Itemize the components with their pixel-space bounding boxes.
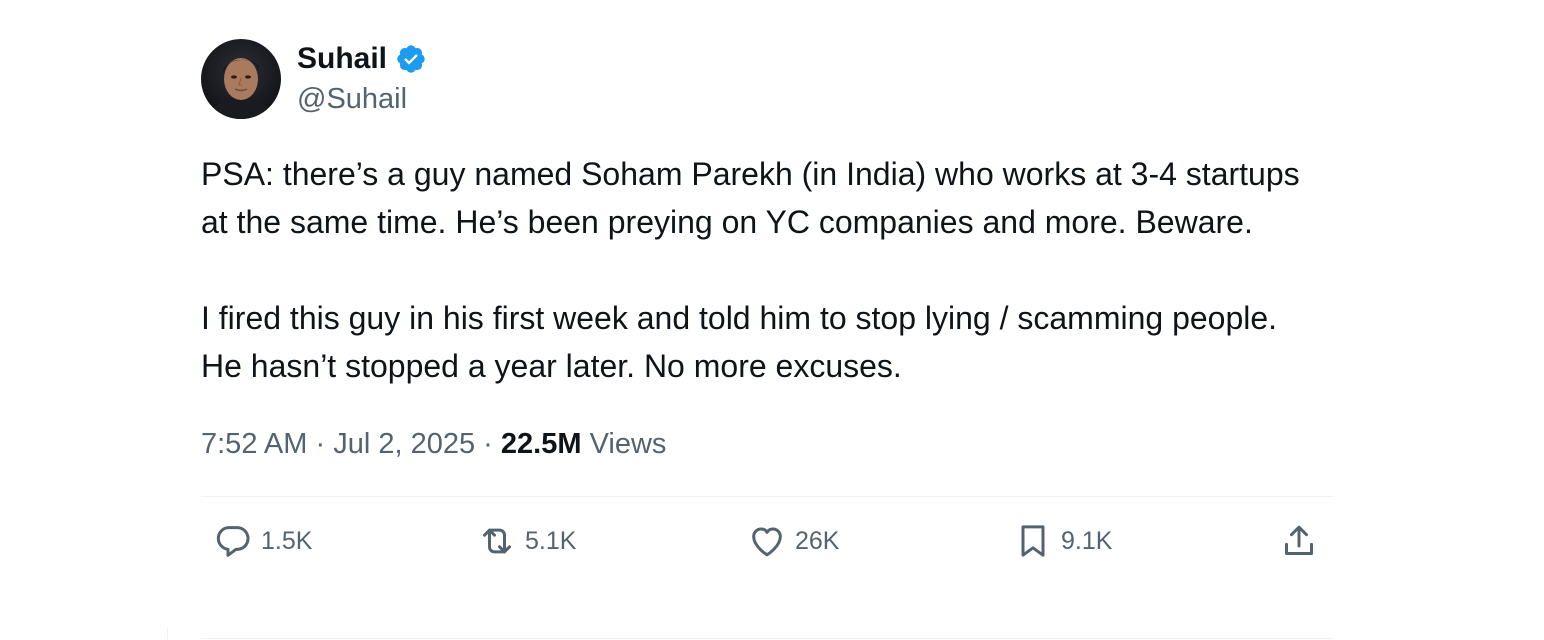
- divider: [201, 638, 1333, 639]
- reply-count: 1.5K: [261, 526, 313, 555]
- heart-icon: [747, 521, 787, 561]
- tweet-text: PSA: there’s a guy named Soham Parekh (i…: [201, 150, 1321, 390]
- repost-count: 5.1K: [525, 526, 577, 555]
- bookmark-count: 9.1K: [1061, 526, 1113, 555]
- like-count: 26K: [795, 526, 840, 555]
- meta-separator: ·: [483, 428, 493, 460]
- display-name[interactable]: Suhail: [297, 39, 387, 79]
- bookmark-icon: [1013, 521, 1053, 561]
- meta-separator: ·: [315, 428, 326, 460]
- like-button[interactable]: 26K: [747, 519, 839, 563]
- repost-icon: [477, 521, 517, 561]
- tweet-meta: 7:52 AM · Jul 2, 2025 · 22.5M Views: [201, 424, 1333, 464]
- bookmark-button[interactable]: 9.1K: [1013, 519, 1112, 563]
- reply-icon: [213, 521, 253, 561]
- tweet-paragraph: PSA: there’s a guy named Soham Parekh (i…: [201, 156, 1300, 240]
- share-button[interactable]: [1279, 519, 1319, 563]
- author-names: Suhail @Suhail: [297, 39, 427, 119]
- avatar[interactable]: [201, 39, 281, 119]
- name-row: Suhail: [297, 39, 427, 79]
- tweet-date[interactable]: Jul 2, 2025: [333, 428, 475, 460]
- tweet-paragraph: I fired this guy in his first week and t…: [201, 300, 1278, 384]
- verified-badge-icon[interactable]: [395, 43, 427, 75]
- reply-button[interactable]: 1.5K: [213, 519, 312, 563]
- repost-button[interactable]: 5.1K: [477, 519, 576, 563]
- handle[interactable]: @Suhail: [297, 79, 427, 119]
- column-border: [167, 628, 168, 640]
- tweet-time[interactable]: 7:52 AM: [201, 428, 307, 460]
- views-label: Views: [589, 428, 667, 460]
- views-count: 22.5M: [500, 428, 582, 460]
- share-icon: [1279, 521, 1319, 561]
- action-bar: 1.5K 5.1K 26K 9.1K: [201, 497, 1333, 589]
- avatar-image: [201, 39, 281, 119]
- tweet-header: Suhail @Suhail: [201, 38, 1333, 120]
- tweet: Suhail @Suhail PSA: there’s a guy named …: [201, 38, 1333, 589]
